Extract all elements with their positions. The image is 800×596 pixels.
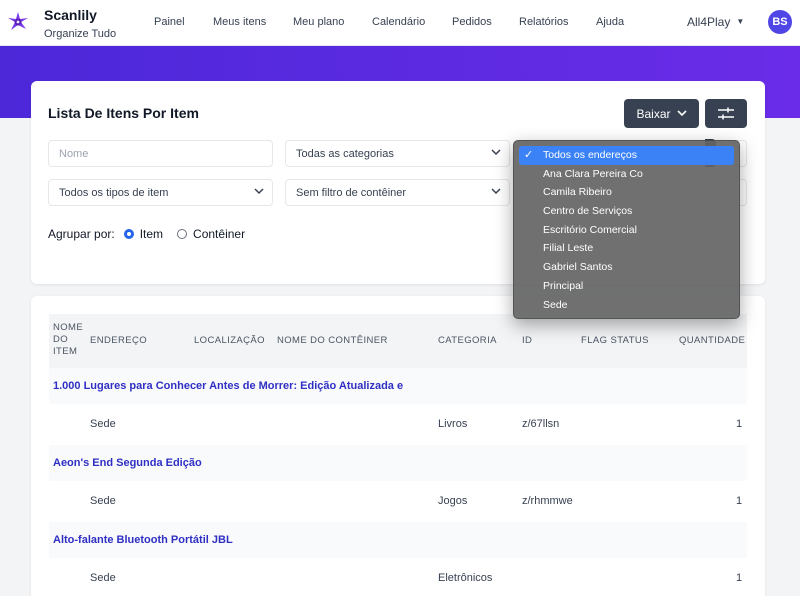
cell-id: z/rhmmwe — [522, 495, 573, 507]
item-type-select[interactable]: Todos os tipos de item — [48, 179, 273, 206]
address-option[interactable]: Gabriel Santos — [519, 258, 734, 277]
account-menu[interactable]: All4Play ▼ — [687, 15, 744, 29]
address-option[interactable]: Ana Clara Pereira Co — [519, 165, 734, 184]
checkmark-icon: ✓ — [524, 149, 534, 161]
category-select-value: Todas as categorias — [296, 147, 394, 160]
account-name: All4Play — [687, 15, 731, 29]
cell-id: z/67llsn — [522, 418, 560, 430]
th-address[interactable]: ENDEREÇO — [90, 335, 147, 347]
address-dropdown-menu: ✓ Todos os endereços Ana Clara Pereira C… — [513, 140, 740, 319]
address-option[interactable]: Sede — [519, 296, 734, 315]
table-row[interactable]: Sede Jogos z/rhmmwe 1 — [49, 481, 747, 522]
chevron-down-icon — [491, 187, 501, 197]
scanlily-logo-icon[interactable] — [8, 12, 28, 32]
group-title-link[interactable]: Aeon's End Segunda Edição — [49, 445, 747, 481]
radio-group-container-label[interactable]: Contêiner — [193, 227, 245, 241]
cell-category: Livros — [438, 418, 468, 430]
nav-painel[interactable]: Painel — [154, 16, 185, 28]
item-type-select-value: Todos os tipos de item — [59, 186, 169, 199]
container-select-value: Sem filtro de contêiner — [296, 186, 407, 199]
address-option[interactable]: Principal — [519, 277, 734, 296]
radio-group-container[interactable] — [177, 229, 188, 239]
nav-ajuda[interactable]: Ajuda — [596, 16, 624, 28]
nav-meu-plano[interactable]: Meu plano — [293, 16, 344, 28]
table-header: NOME DO ITEM ENDEREÇO LOCALIZAÇÃO NOME D… — [49, 314, 747, 368]
nav-relatorios[interactable]: Relatórios — [519, 16, 569, 28]
cell-category: Eletrônicos — [438, 572, 493, 584]
app-name: Scanlily — [44, 7, 97, 23]
address-option[interactable]: ✓ Todos os endereços — [519, 146, 734, 165]
filter-settings-button[interactable] — [705, 99, 747, 128]
address-option[interactable]: Escritório Comercial — [519, 221, 734, 240]
th-quantity[interactable]: QUANTIDADE — [679, 335, 745, 347]
page-title: Lista De Itens Por Item — [48, 105, 199, 121]
table-row[interactable]: Sede Eletrônicos 1 — [49, 558, 747, 596]
group-by-label: Agrupar por: — [48, 227, 115, 241]
cell-address: Sede — [90, 418, 116, 430]
download-label: Baixar — [636, 106, 671, 121]
container-select[interactable]: Sem filtro de contêiner — [285, 179, 510, 206]
group-by: Agrupar por: Item Contêiner — [48, 227, 245, 241]
name-input[interactable]: Nome — [48, 140, 273, 167]
th-category[interactable]: CATEGORIA — [438, 335, 497, 347]
th-name-line: NOME — [53, 322, 84, 333]
results-card: NOME DO ITEM ENDEREÇO LOCALIZAÇÃO NOME D… — [31, 296, 765, 596]
category-select[interactable]: Todas as categorias — [285, 140, 510, 167]
group-title-link[interactable]: Alto-falante Bluetooth Portátil JBL — [49, 522, 747, 558]
sliders-icon — [718, 107, 734, 119]
download-button[interactable]: Baixar — [624, 99, 699, 128]
group-title-link[interactable]: 1.000 Lugares para Conhecer Antes de Mor… — [49, 368, 747, 404]
th-id[interactable]: ID — [522, 335, 532, 347]
cell-quantity: 1 — [736, 572, 743, 584]
th-flag-status[interactable]: FLAG STATUS — [581, 335, 649, 347]
cell-address: Sede — [90, 572, 116, 584]
cell-quantity: 1 — [736, 418, 743, 430]
cell-quantity: 1 — [736, 495, 743, 507]
radio-group-item-label[interactable]: Item — [140, 227, 163, 241]
th-name[interactable]: NOME DO ITEM — [53, 322, 83, 358]
radio-group-item[interactable] — [123, 229, 134, 239]
app-tagline: Organize Tudo — [44, 28, 117, 40]
chevron-down-icon — [254, 187, 264, 197]
cell-category: Jogos — [438, 495, 468, 507]
address-option[interactable]: Filial Leste — [519, 239, 734, 258]
top-navbar: Scanlily Organize Tudo Painel Meus itens… — [0, 0, 800, 46]
brand[interactable]: Scanlily Organize Tudo — [44, 7, 116, 40]
chevron-down-icon — [676, 109, 687, 119]
nav-pedidos[interactable]: Pedidos — [452, 16, 492, 28]
address-option-label: Todos os endereços — [543, 149, 637, 161]
th-name-line: ITEM — [53, 346, 78, 357]
chevron-down-icon — [491, 148, 501, 158]
nav-meus-itens[interactable]: Meus itens — [213, 16, 266, 28]
cell-address: Sede — [90, 495, 116, 507]
th-container-name[interactable]: NOME DO CONTÊINER — [277, 335, 388, 347]
nav-calendario[interactable]: Calendário — [372, 16, 425, 28]
avatar[interactable]: BS — [768, 10, 792, 34]
th-name-line: DO — [53, 334, 69, 345]
address-option[interactable]: Centro de Serviços — [519, 202, 734, 221]
address-option[interactable]: Camila Ribeiro — [519, 183, 734, 202]
table-row[interactable]: Sede Livros z/67llsn 1 — [49, 404, 747, 445]
th-location[interactable]: LOCALIZAÇÃO — [194, 335, 265, 347]
chevron-down-icon: ▼ — [736, 17, 745, 26]
